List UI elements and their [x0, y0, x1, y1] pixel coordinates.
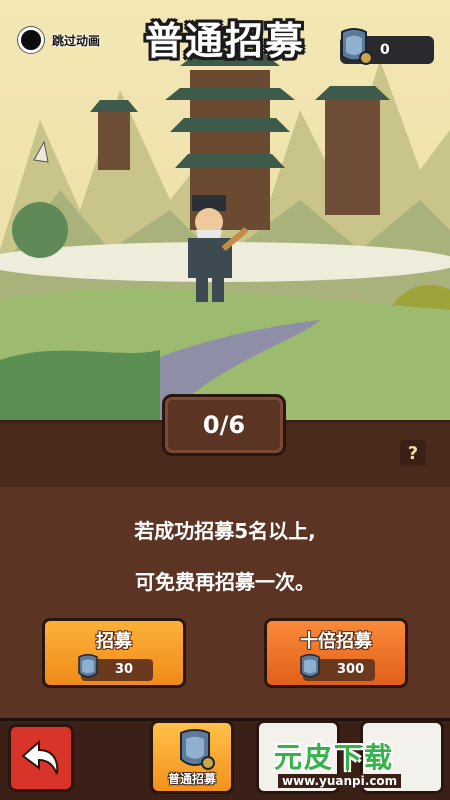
tab-normal-recruit[interactable]: 普通招募 [150, 720, 234, 794]
watermark: 元皮下载 www.yuanpi.com [262, 732, 442, 796]
recruit-token-icon [78, 654, 98, 678]
recruit-single-label: 招募 [96, 631, 132, 652]
recruit-token-icon [341, 28, 372, 65]
recruit-counter-value: 0/6 [202, 411, 246, 439]
recruit-single-cost: 30 [78, 654, 153, 681]
currency-value: 0 [380, 42, 390, 58]
recruit-ten-cost: 300 [300, 654, 375, 681]
info-line-1: 若成功招募5名以上, [134, 519, 316, 543]
back-arrow-icon [21, 739, 59, 775]
recruit-ten-label: 十倍招募 [300, 631, 372, 652]
currency-display: 0 [340, 28, 434, 65]
recruit-token-icon [180, 729, 215, 770]
recruit-token-icon [300, 654, 320, 678]
help-button[interactable]: ? [400, 440, 426, 466]
recruit-counter: 0/6 [162, 394, 286, 456]
recruit-single-cost-value: 30 [115, 662, 134, 677]
watermark-url: www.yuanpi.com [278, 774, 402, 788]
recruit-ten-button[interactable]: 十倍招募 300 [264, 618, 408, 688]
recruit-ten-cost-value: 300 [337, 662, 365, 677]
recruit-single-button[interactable]: 招募 30 [42, 618, 186, 688]
watermark-logo: 元皮下载 [274, 741, 395, 774]
back-button[interactable] [8, 724, 74, 792]
info-line-2: 可免费再招募一次。 [135, 570, 315, 594]
tab-normal-recruit-label: 普通招募 [167, 772, 216, 786]
